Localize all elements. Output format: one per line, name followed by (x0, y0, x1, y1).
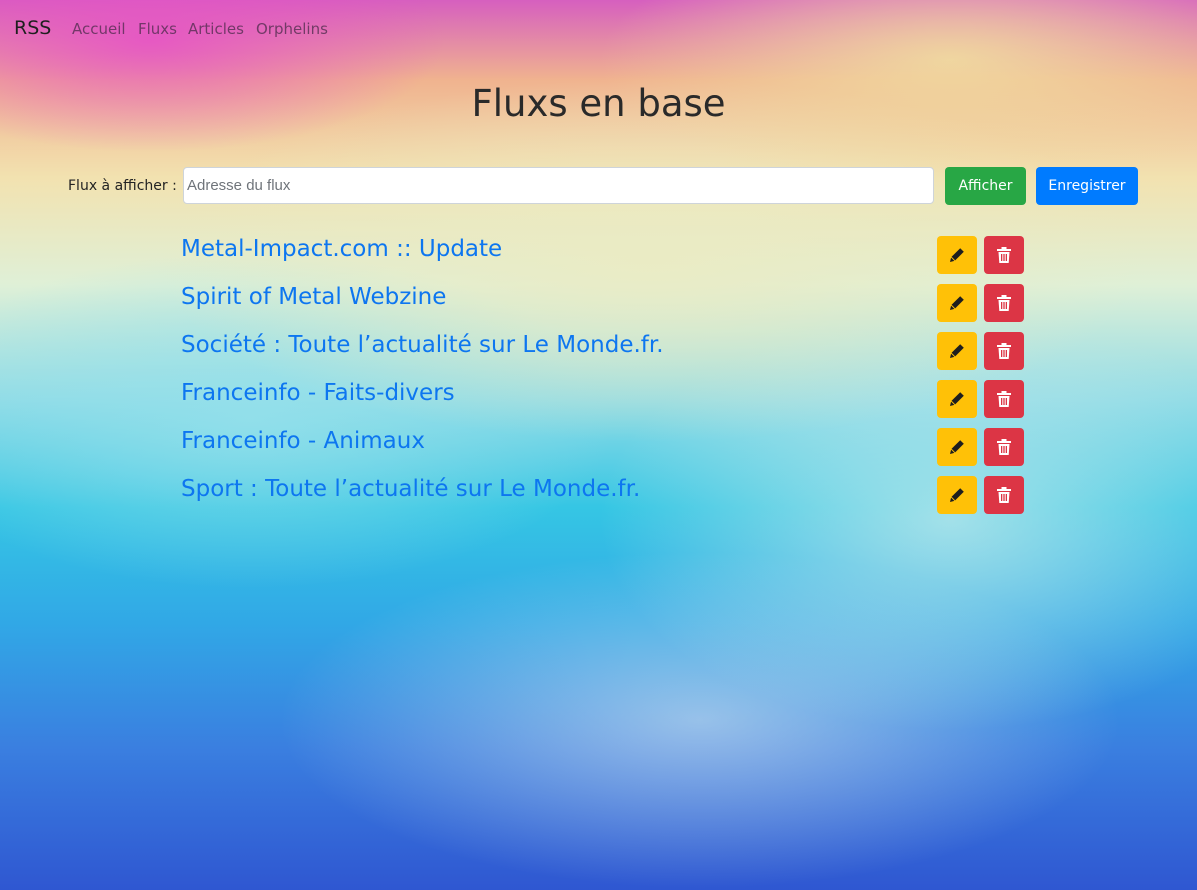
trash-icon (997, 391, 1011, 407)
pencil-icon (950, 248, 964, 262)
enregistrer-button[interactable]: Enregistrer (1036, 167, 1138, 205)
feed-link[interactable]: Société : Toute l’actualité sur Le Monde… (181, 332, 664, 358)
edit-button[interactable] (937, 428, 977, 466)
feed-link[interactable]: Franceinfo - Animaux (181, 428, 425, 454)
nav-link-orphelins[interactable]: Orphelins (256, 20, 328, 38)
page-title: Fluxs en base (471, 82, 726, 125)
trash-icon (997, 343, 1011, 359)
delete-button[interactable] (984, 380, 1024, 418)
edit-button[interactable] (937, 380, 977, 418)
feed-item: Franceinfo - Faits-divers (181, 380, 1024, 428)
edit-button[interactable] (937, 476, 977, 514)
trash-icon (997, 439, 1011, 455)
trash-icon (997, 295, 1011, 311)
brand-logo[interactable]: RSS (14, 17, 51, 39)
trash-icon (997, 487, 1011, 503)
pencil-icon (950, 440, 964, 454)
feed-item: Franceinfo - Animaux (181, 428, 1024, 476)
delete-button[interactable] (984, 476, 1024, 514)
pencil-icon (950, 488, 964, 502)
nav-link-articles[interactable]: Articles (188, 20, 244, 38)
feed-item: Sport : Toute l’actualité sur Le Monde.f… (181, 476, 1024, 524)
nav-link-fluxs[interactable]: Fluxs (138, 20, 177, 38)
feed-list: Metal-Impact.com :: Update Spirit of Met… (181, 236, 1024, 524)
edit-button[interactable] (937, 284, 977, 322)
feed-link[interactable]: Metal-Impact.com :: Update (181, 236, 502, 262)
delete-button[interactable] (984, 284, 1024, 322)
afficher-button[interactable]: Afficher (945, 167, 1026, 205)
delete-button[interactable] (984, 236, 1024, 274)
delete-button[interactable] (984, 332, 1024, 370)
navbar: RSS Accueil Fluxs Articles Orphelins (0, 0, 1197, 60)
pencil-icon (950, 296, 964, 310)
edit-button[interactable] (937, 332, 977, 370)
feed-item: Metal-Impact.com :: Update (181, 236, 1024, 284)
nav-link-accueil[interactable]: Accueil (72, 20, 126, 38)
feed-link[interactable]: Spirit of Metal Webzine (181, 284, 446, 310)
feed-url-input[interactable] (183, 167, 934, 204)
feed-link[interactable]: Franceinfo - Faits-divers (181, 380, 455, 406)
feed-item: Société : Toute l’actualité sur Le Monde… (181, 332, 1024, 380)
edit-button[interactable] (937, 236, 977, 274)
feed-url-label: Flux à afficher : (68, 178, 177, 194)
delete-button[interactable] (984, 428, 1024, 466)
pencil-icon (950, 392, 964, 406)
feed-item: Spirit of Metal Webzine (181, 284, 1024, 332)
feed-link[interactable]: Sport : Toute l’actualité sur Le Monde.f… (181, 476, 640, 502)
trash-icon (997, 247, 1011, 263)
pencil-icon (950, 344, 964, 358)
